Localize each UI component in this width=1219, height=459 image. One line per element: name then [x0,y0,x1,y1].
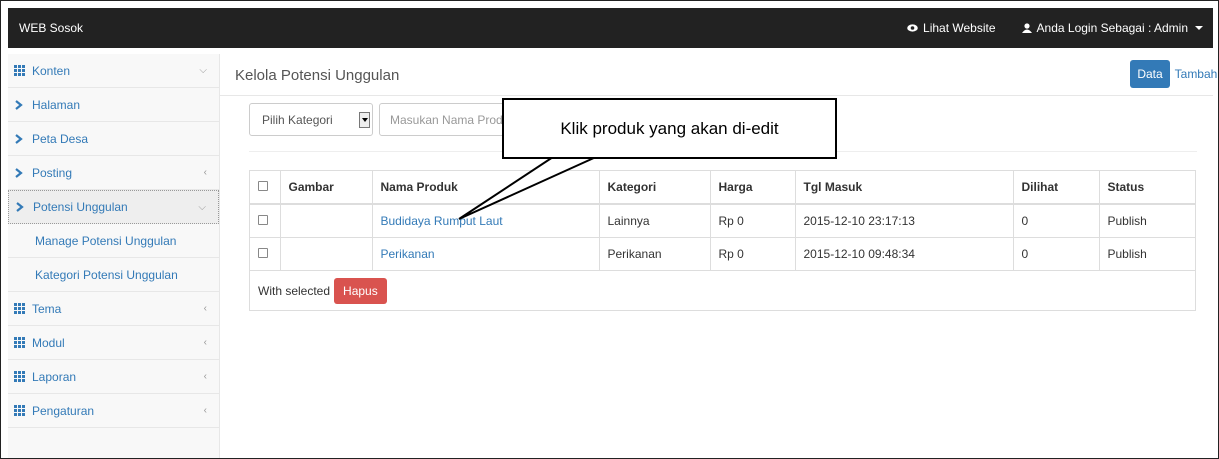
grid-icon [14,65,30,76]
row-select-cell[interactable] [250,236,280,270]
column-header: Kategori [598,171,710,205]
dropdown-arrow-icon[interactable] [359,112,370,128]
sidebar-item-laporan[interactable]: Laporan ‹ [8,360,219,394]
column-header: Tgl Masuk [794,171,1013,205]
user-menu-label: Anda Login Sebagai : Admin [1036,21,1188,35]
chevron-left-icon: ‹ [203,405,207,416]
sidebar-item-label: Laporan [32,369,77,384]
table-row: Perikanan Perikanan Rp 0 2015-12-10 09:4… [250,236,1195,270]
column-header: Status [1098,171,1195,205]
top-navbar: WEB Sosok Lihat Website Anda Login Sebag… [8,8,1213,48]
sidebar-item-label: Konten [32,63,71,78]
chevron-right-icon [14,99,30,110]
column-header: Gambar [279,171,372,205]
column-header: Harga [709,171,795,205]
user-icon [1021,23,1032,33]
navbar-right: Lihat Website Anda Login Sebagai : Admin [907,21,1203,35]
sidebar-item-pengaturan[interactable]: Pengaturan ‹ [8,394,219,428]
sidebar-item-label: Potensi Unggulan [33,200,128,214]
chevron-left-icon: ‹ [203,337,207,348]
page-header: Kelola Potensi Unggulan Data Tambah [220,54,1217,96]
filter-bar: Pilih Kategori Masukan Nama Produk [249,103,539,136]
chevron-left-icon: ‹ [203,167,207,178]
date-cell: 2015-12-10 23:17:13 [794,203,1013,237]
sidebar-item-posting[interactable]: Posting ‹ [8,156,219,190]
sidebar-item-label: Modul [32,335,65,350]
chevron-down-icon: ⌵ [198,202,206,213]
category-select[interactable]: Pilih Kategori [249,103,373,136]
view-website-label: Lihat Website [923,21,996,35]
view-website-link[interactable]: Lihat Website [907,21,996,35]
column-header: Dilihat [1012,171,1099,205]
date-cell: 2015-12-10 09:48:34 [794,236,1013,270]
row-checkbox[interactable] [258,214,268,225]
price-cell: Rp 0 [709,203,795,237]
sidebar-item-label: Tema [32,301,62,316]
status-cell: Publish [1098,203,1195,237]
sidebar-item-label: Halaman [32,97,81,112]
views-cell: 0 [1012,203,1099,237]
product-name-cell: Budidaya Rumput Laut [371,203,599,237]
product-link[interactable]: Budidaya Rumput Laut [381,214,503,228]
page-title: Kelola Potensi Unggulan [235,67,400,84]
sidebar-item-tema[interactable]: Tema ‹ [8,292,219,326]
sidebar-item-halaman[interactable]: Halaman [8,88,219,122]
category-cell: Lainnya [598,203,710,237]
table-footer: With selected Hapus [250,270,1195,310]
eye-icon [907,24,918,32]
chevron-right-icon [15,202,31,212]
sidebar-item-label: Manage Potensi Unggulan [35,233,177,248]
callout-annotation: Klik produk yang akan di-edit [502,98,837,159]
sidebar-item-potensi-unggulan[interactable]: Potensi Unggulan ⌵ [8,190,219,224]
price-cell: Rp 0 [709,236,795,270]
product-link[interactable]: Perikanan [381,247,435,261]
select-all-header[interactable] [250,171,280,205]
sidebar: Konten ⌵ Halaman Peta Desa Posting ‹ Pot… [8,54,220,458]
sidebar-item-konten[interactable]: Konten ⌵ [8,54,219,88]
select-all-checkbox[interactable] [258,181,268,191]
tambah-button[interactable]: Tambah [1170,60,1218,88]
grid-icon [14,337,30,348]
product-table: Gambar Nama Produk Kategori Harga Tgl Ma… [249,170,1196,311]
image-cell [279,236,372,270]
product-name-cell: Perikanan [371,236,599,270]
data-button[interactable]: Data [1130,60,1170,88]
sidebar-item-label: Pengaturan [32,403,95,418]
views-cell: 0 [1012,236,1099,270]
table-row: Budidaya Rumput Laut Lainnya Rp 0 2015-1… [250,203,1195,237]
caret-down-icon [1195,26,1203,30]
chevron-down-icon: ⌵ [199,65,207,76]
row-checkbox[interactable] [258,247,268,258]
grid-icon [14,371,30,382]
column-header: Nama Produk [371,171,599,205]
sidebar-item-label: Kategori Potensi Unggulan [35,267,178,282]
sidebar-item-label: Posting [32,165,73,180]
brand-link[interactable]: WEB Sosok [19,21,83,35]
chevron-left-icon: ‹ [203,371,207,382]
sidebar-item-modul[interactable]: Modul ‹ [8,326,219,360]
image-cell [279,203,372,237]
sidebar-subitem-kategori-potensi[interactable]: Kategori Potensi Unggulan [8,258,219,292]
chevron-right-icon [14,167,30,178]
with-selected-label: With selected [258,283,331,298]
status-cell: Publish [1098,236,1195,270]
grid-icon [14,303,30,314]
category-cell: Perikanan [598,236,710,270]
chevron-left-icon: ‹ [203,303,207,314]
sidebar-item-label: Peta Desa [32,131,89,146]
grid-icon [14,405,30,416]
sidebar-item-peta-desa[interactable]: Peta Desa [8,122,219,156]
delete-button[interactable]: Hapus [334,277,387,304]
category-select-value: Pilih Kategori [262,112,333,127]
chevron-right-icon [14,133,30,144]
sidebar-subitem-manage-potensi[interactable]: Manage Potensi Unggulan [8,224,219,258]
user-menu[interactable]: Anda Login Sebagai : Admin [1021,21,1203,35]
row-select-cell[interactable] [250,203,280,237]
table-header-row: Gambar Nama Produk Kategori Harga Tgl Ma… [250,171,1195,205]
app-window: WEB Sosok Lihat Website Anda Login Sebag… [0,0,1219,459]
